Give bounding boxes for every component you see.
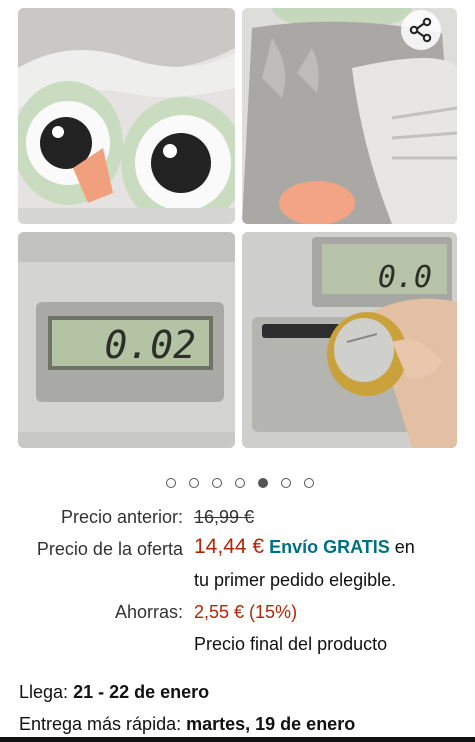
- gallery-image-display[interactable]: 0.02: [18, 232, 235, 448]
- pagination-dot[interactable]: [188, 478, 199, 488]
- svg-text:0.02: 0.02: [104, 323, 196, 367]
- previous-price-value: 16,99 €: [194, 507, 255, 527]
- pagination-dot[interactable]: [165, 478, 176, 488]
- owl-face-illustration: [18, 8, 235, 224]
- offer-price-line: 14,44 € Envío GRATIS en: [194, 536, 415, 558]
- gallery-pagination[interactable]: [0, 478, 475, 488]
- shipping-tail-text: en: [394, 537, 415, 557]
- share-button[interactable]: [401, 10, 441, 50]
- delivery-arrival: Llega: 21 - 22 de enero: [19, 681, 209, 703]
- share-icon: [409, 17, 432, 43]
- system-bottom-bar: [0, 737, 475, 742]
- free-shipping-link[interactable]: Envío GRATIS: [269, 537, 390, 557]
- fastest-delivery-label: Entrega más rápida:: [19, 714, 182, 734]
- product-image-gallery[interactable]: 0.02 0.0: [0, 0, 475, 462]
- fastest-delivery: Entrega más rápida: martes, 19 de enero: [19, 713, 355, 735]
- offer-price-value: 14,44 €: [194, 535, 265, 558]
- lcd-display-illustration: 0.02: [18, 232, 235, 448]
- gallery-image-owl-body[interactable]: [242, 8, 457, 224]
- final-price-note: Precio final del producto: [194, 634, 388, 654]
- pagination-dot[interactable]: [303, 478, 314, 488]
- pagination-dot[interactable]: [211, 478, 222, 488]
- gallery-image-coin-slot[interactable]: 0.0: [242, 232, 457, 448]
- previous-price-label: Precio anterior:: [60, 507, 183, 527]
- svg-text:0.0: 0.0: [378, 260, 432, 295]
- fastest-delivery-value: martes, 19 de enero: [186, 714, 356, 734]
- coin-slot-illustration: 0.0: [242, 232, 457, 448]
- pagination-dot-active[interactable]: [257, 478, 268, 488]
- gallery-image-owl-face[interactable]: [18, 8, 235, 224]
- shipping-condition-text: tu primer pedido elegible.: [194, 570, 397, 590]
- pagination-dot[interactable]: [280, 478, 291, 488]
- delivery-arrival-label: Llega:: [19, 682, 69, 702]
- pagination-dot[interactable]: [234, 478, 245, 488]
- savings-value: 2,55 € (15%): [194, 602, 298, 622]
- offer-price-label: Precio de la oferta: [36, 539, 183, 559]
- savings-label: Ahorras:: [114, 602, 183, 622]
- delivery-arrival-value: 21 - 22 de enero: [73, 682, 210, 702]
